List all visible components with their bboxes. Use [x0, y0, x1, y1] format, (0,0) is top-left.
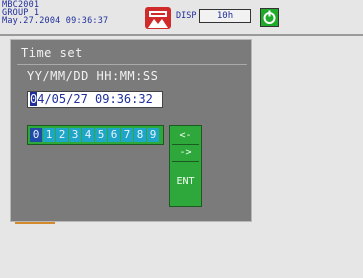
cursor-left-button[interactable]: <-	[172, 128, 199, 145]
digit-8-button[interactable]: 8	[134, 128, 146, 142]
header-info: MBC2001 GROUP 1 May.27.2004 09:36:37	[2, 1, 108, 26]
digit-9-button[interactable]: 9	[147, 128, 159, 142]
time-period-box: 10h	[199, 9, 251, 23]
cursor-right-button[interactable]: ->	[172, 145, 199, 162]
datetime-value: 4/05/27 09:36:32	[37, 92, 153, 106]
digit-2-button[interactable]: 2	[56, 128, 68, 142]
digit-3-button[interactable]: 3	[69, 128, 81, 142]
digit-6-button[interactable]: 6	[108, 128, 120, 142]
digit-4-button[interactable]: 4	[82, 128, 94, 142]
enter-button[interactable]: ENT	[172, 162, 199, 202]
datetime-input[interactable]: 04/05/27 09:36:32	[27, 91, 163, 108]
status-header: MBC2001 GROUP 1 May.27.2004 09:36:37 DIS…	[0, 0, 363, 34]
format-label: YY/MM/DD HH:MM:SS	[27, 69, 159, 83]
orange-marker	[15, 222, 55, 224]
digit-0-button[interactable]: 0	[30, 128, 42, 142]
header-divider	[0, 34, 363, 36]
digit-selector[interactable]: 0 1 2 3 4 5 6 7 8 9	[27, 125, 164, 145]
display-mode-label: DISP	[176, 11, 197, 21]
cursor-keypad: <- -> ENT	[169, 125, 202, 207]
datetime-display: May.27.2004 09:36:37	[2, 16, 109, 27]
status-icon	[260, 8, 279, 27]
digit-1-button[interactable]: 1	[43, 128, 55, 142]
digit-5-button[interactable]: 5	[95, 128, 107, 142]
alarm-icon	[145, 7, 171, 29]
dialog-title: Time set	[21, 46, 83, 60]
time-set-dialog: Time set YY/MM/DD HH:MM:SS 04/05/27 09:3…	[10, 39, 252, 222]
title-separator	[17, 64, 247, 65]
digit-7-button[interactable]: 7	[121, 128, 133, 142]
